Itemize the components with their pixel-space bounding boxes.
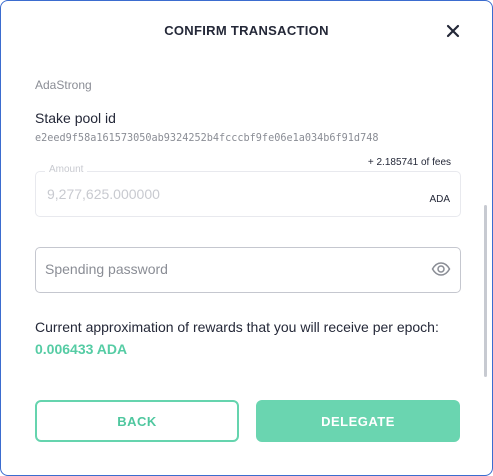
dialog-title: CONFIRM TRANSACTION <box>164 23 329 38</box>
rewards-value: 0.006433 ADA <box>35 341 128 357</box>
amount-label: Amount <box>45 164 88 175</box>
stake-pool-name: AdaStrong <box>35 78 92 92</box>
rewards-description: Current approximation of rewards that yo… <box>35 319 439 335</box>
eye-icon[interactable] <box>431 260 451 278</box>
amount-currency: ADA <box>429 194 450 205</box>
scrollbar[interactable] <box>484 205 487 377</box>
close-icon[interactable] <box>445 23 461 39</box>
confirm-transaction-dialog: CONFIRM TRANSACTION AdaStrong Stake pool… <box>0 0 493 476</box>
stake-pool-id-label: Stake pool id <box>35 110 116 126</box>
spending-password-input[interactable] <box>45 257 415 281</box>
delegate-button[interactable]: DELEGATE <box>256 400 460 442</box>
back-button[interactable]: BACK <box>35 400 239 442</box>
stake-pool-id: e2eed9f58a161573050ab9324252b4fcccbf9fe0… <box>35 133 379 144</box>
amount-value: 9,277,625.000000 <box>47 186 160 202</box>
fees-text: + 2.185741 of fees <box>367 157 451 168</box>
